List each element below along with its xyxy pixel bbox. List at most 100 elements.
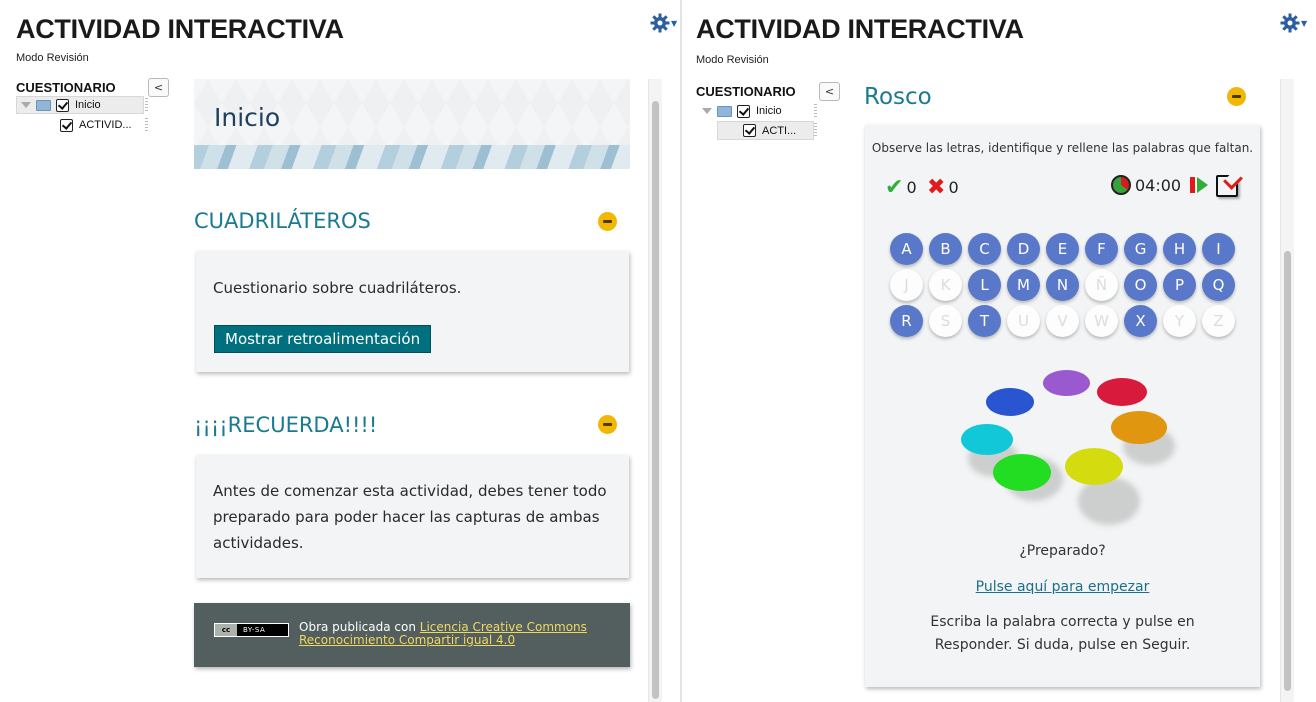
chevron-down-icon: ▼ <box>1301 18 1308 28</box>
section-title-cuadrilateros: CUADRILÁTEROS <box>194 209 371 233</box>
play-icon-bar <box>1190 177 1195 193</box>
exit-game-button[interactable] <box>1216 175 1238 197</box>
toc-title: CUESTIONARIO <box>696 84 796 99</box>
letter-grid: ABCDEFGHI JKLMNÑOPQ RSTUVWXYZ <box>890 233 1240 337</box>
play-icon <box>1197 177 1208 193</box>
clock-icon <box>1111 175 1131 195</box>
toc-toggle-button[interactable]: < <box>819 82 840 101</box>
cc-badge-text: BY-SA <box>243 626 266 634</box>
toc-resize-handle[interactable] <box>145 118 148 132</box>
section-text: Antes de comenzar esta actividad, debes … <box>213 482 607 552</box>
letter-s: S <box>929 305 962 337</box>
game-help-text: Escriba la palabra correcta y pulse en R… <box>930 614 1195 653</box>
right-window: ACTIVIDAD INTERACTIVA Modo Revisión ▼ CU… <box>682 0 1316 702</box>
settings-menu[interactable]: ▼ <box>1280 11 1310 35</box>
letter-w: W <box>1085 305 1118 337</box>
toc-item-activity[interactable]: ACTI... <box>717 121 814 140</box>
license-footer: cc BY-SA Obra publicada con Licencia Cre… <box>194 603 630 667</box>
errors-value: 0 <box>948 178 959 197</box>
letter-n: N <box>1046 269 1079 301</box>
letter-i: I <box>1202 233 1235 265</box>
cross-icon: ✖ <box>927 175 946 200</box>
letter-e: E <box>1046 233 1079 265</box>
hits-counter: ✔ 0 <box>885 175 917 200</box>
gear-icon <box>1280 13 1300 33</box>
timer-value: 04:00 <box>1135 175 1182 195</box>
start-link[interactable]: Pulse aquí para empezar <box>865 579 1260 595</box>
toc-item-label: Inicio <box>756 105 782 117</box>
letter-k: K <box>929 269 962 301</box>
toc-resize-handle[interactable] <box>814 104 817 118</box>
letter-y: Y <box>1163 305 1196 337</box>
letter-f: F <box>1085 233 1118 265</box>
toc-toggle-button[interactable]: < <box>148 78 169 97</box>
color-disc <box>1111 411 1167 444</box>
scrollbar[interactable] <box>648 79 662 702</box>
letter-g: G <box>1124 233 1157 265</box>
scrollbar-thumb[interactable] <box>652 101 659 699</box>
license-text: Obra publicada con Licencia Creative Com… <box>299 621 619 647</box>
checkbox-icon <box>60 118 73 132</box>
toc-item-label: ACTIVID... <box>79 119 132 131</box>
toc-item-label: ACTI... <box>762 124 797 137</box>
collapse-section-button[interactable] <box>598 415 617 434</box>
collapse-section-button[interactable] <box>1227 87 1246 106</box>
left-window: ACTIVIDAD INTERACTIVA Modo Revisión ▼ CU… <box>0 0 680 702</box>
show-feedback-button[interactable]: Mostrar retroalimentación <box>214 325 432 353</box>
expand-triangle-icon[interactable] <box>702 108 712 114</box>
letter-v: V <box>1046 305 1079 337</box>
mode-label: Modo Revisión <box>16 52 89 64</box>
color-disc <box>986 388 1034 416</box>
letter-x: X <box>1124 305 1157 337</box>
errors-counter: ✖ 0 <box>927 175 959 200</box>
letter-m: M <box>1007 269 1040 301</box>
color-disc <box>1065 448 1123 485</box>
toc-item-label: Inicio <box>75 99 101 111</box>
letter-z: Z <box>1202 305 1235 337</box>
activity-title: Rosco <box>864 84 932 110</box>
expand-triangle-icon[interactable] <box>21 102 31 108</box>
cc-license-badge[interactable]: cc BY-SA <box>214 623 289 637</box>
letter-j: J <box>890 269 923 301</box>
color-disc <box>961 424 1013 455</box>
checkbox-icon <box>737 104 750 118</box>
hero-decoration <box>194 145 630 169</box>
letter-b: B <box>929 233 962 265</box>
toc-item-actividad[interactable]: ACTIVID... <box>60 117 132 133</box>
letter-d: D <box>1007 233 1040 265</box>
checkbox-icon <box>56 98 69 112</box>
toc-resize-handle[interactable] <box>814 123 817 137</box>
section-title-recuerda: ¡¡¡¡RECUERDA!!!! <box>194 413 378 437</box>
toc-item-inicio[interactable]: Inicio <box>16 96 144 114</box>
folder-icon <box>717 105 732 117</box>
hero-title: Inicio <box>214 103 281 132</box>
folder-icon <box>36 99 51 111</box>
color-disc <box>1097 378 1147 406</box>
letter-q: Q <box>1202 269 1235 301</box>
license-prefix: Obra publicada con <box>299 620 420 634</box>
mode-label: Modo Revisión <box>696 54 769 66</box>
game-instructions: Observe las letras, identifique y rellen… <box>871 141 1254 155</box>
game-timer: 04:00 <box>1111 175 1181 195</box>
scrollbar-thumb[interactable] <box>1284 251 1291 691</box>
check-icon: ✔ <box>885 175 904 200</box>
start-game-button[interactable] <box>1190 175 1212 195</box>
app-title: ACTIVIDAD INTERACTIVA <box>696 14 1024 44</box>
toc-resize-handle[interactable] <box>145 98 148 112</box>
chevron-down-icon: ▼ <box>671 18 678 28</box>
letter-t: T <box>968 305 1001 337</box>
scrollbar[interactable] <box>1280 79 1294 702</box>
toc-title: CUESTIONARIO <box>16 80 116 95</box>
hero-banner: Inicio <box>194 79 630 169</box>
settings-menu[interactable]: ▼ <box>650 11 680 35</box>
collapse-section-button[interactable] <box>598 212 617 231</box>
app-title: ACTIVIDAD INTERACTIVA <box>16 14 344 44</box>
hits-value: 0 <box>906 178 917 197</box>
checkbox-icon <box>743 124 756 137</box>
cc-icon: cc <box>215 624 237 636</box>
rosco-game-panel: Observe las letras, identifique y rellen… <box>865 125 1260 687</box>
toc-item-inicio[interactable]: Inicio <box>702 102 782 120</box>
letter-u: U <box>1007 305 1040 337</box>
section-card-recuerda: Antes de comenzar esta actividad, debes … <box>196 455 629 578</box>
letter-o: O <box>1124 269 1157 301</box>
